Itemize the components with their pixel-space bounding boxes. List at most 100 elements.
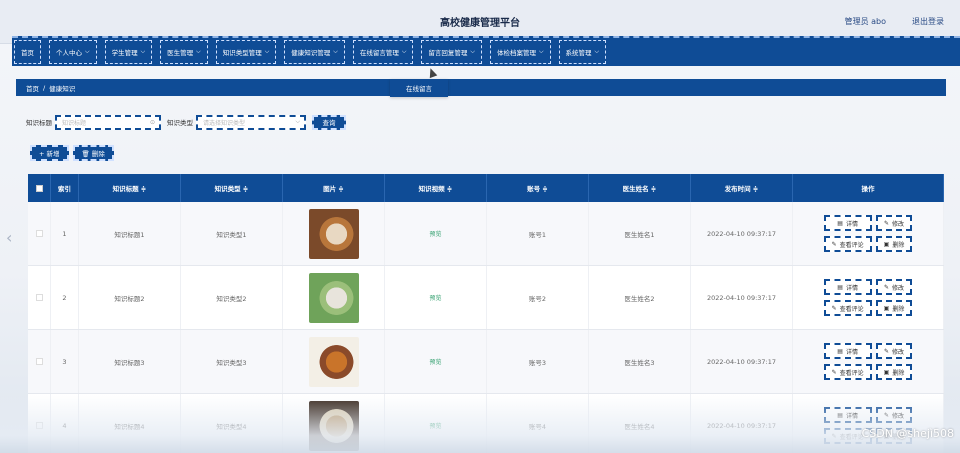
select-all-checkbox[interactable]	[35, 184, 43, 192]
view-comments-button[interactable]: ✎ 查看评论	[823, 300, 872, 316]
col-type[interactable]: 知识类型 ≑	[181, 174, 283, 202]
video-preview-link[interactable]: 预览	[429, 421, 441, 430]
nav-item[interactable]: 在线留言管理 ⌵	[352, 40, 414, 64]
document-icon: ▤	[837, 283, 843, 291]
detail-button[interactable]: ▤ 详情	[823, 407, 872, 423]
col-image[interactable]: 图片 ≑	[283, 174, 385, 202]
nav-item-label: 在线留言管理	[359, 49, 399, 57]
chevron-down-icon: ⌵	[196, 48, 201, 55]
chevron-down-icon: ⌵	[140, 48, 146, 55]
chevron-down-icon: ⌵	[85, 48, 90, 55]
detail-button[interactable]: ▤ 详情	[823, 343, 872, 359]
edit-button[interactable]: ✎ 修改	[875, 343, 913, 359]
knowledge-thumbnail[interactable]	[308, 272, 359, 323]
row-doctor: 医生姓名3	[589, 330, 691, 393]
table-row: 4 知识标题4 知识类型4 预览 账号4 医生姓名4 2022-04-10 09:37:17…	[28, 394, 944, 453]
nav-item[interactable]: 学生管理 ⌵	[104, 40, 153, 64]
row-doctor: 医生姓名4	[589, 394, 691, 453]
knowledge-table: 索引 知识标题 ≑ 知识类型 ≑ 图片 ≑ 知识视频 ≑ 账号 ≑ 医生姓名 ≑…	[28, 174, 944, 453]
video-preview-link[interactable]: 预览	[429, 293, 441, 302]
trash-icon: ▣	[883, 304, 890, 312]
nav-item[interactable]: 知识类型管理 ⌵	[215, 40, 277, 64]
video-preview-link[interactable]: 预览	[429, 357, 441, 366]
nav-item-label: 学生管理	[111, 49, 138, 57]
detail-button[interactable]: ▤ 详情	[823, 279, 872, 295]
query-button[interactable]: 查询	[312, 114, 346, 130]
row-index: 3	[51, 330, 79, 393]
row-video-cell: 预览	[385, 202, 487, 265]
chevron-left-icon[interactable]: ‹	[6, 228, 12, 247]
logout-link[interactable]: 退出登录	[912, 16, 944, 27]
col-title[interactable]: 知识标题 ≑	[79, 174, 181, 202]
row-account: 账号4	[487, 394, 589, 453]
nav-item[interactable]: 留言回复管理 ⌵	[421, 40, 482, 64]
bulk-delete-button[interactable]: 🗑 删除	[72, 145, 114, 161]
row-doctor: 医生姓名2	[589, 266, 691, 329]
pencil-icon: ✎	[883, 411, 890, 419]
pencil-icon: ✎	[831, 368, 837, 376]
page-title: 高校健康管理平台	[440, 18, 520, 29]
nav-item[interactable]: 系统管理 ⌵	[558, 40, 607, 64]
detail-label: 详情	[845, 284, 858, 292]
row-time: 2022-04-10 09:37:17	[691, 330, 793, 393]
edit-button[interactable]: ✎ 修改	[875, 407, 913, 423]
clear-icon[interactable]: ⊙	[150, 119, 155, 126]
nav-item[interactable]: 医生管理 ⌵	[160, 40, 208, 64]
edit-label: 修改	[892, 412, 905, 420]
row-image-cell	[283, 202, 385, 265]
top-navbar: 首页 个人中心 ⌵ 学生管理 ⌵ 医生管理 ⌵ 知识类型管理 ⌵ 健康知识管理 ⌵ 在线留言管理 ⌵ 留言…	[12, 36, 960, 66]
nav-item-label: 首页	[21, 49, 34, 57]
detail-button[interactable]: ▤ 详情	[823, 215, 872, 231]
nav-item[interactable]: 个人中心 ⌵	[49, 40, 97, 64]
row-checkbox[interactable]	[35, 294, 43, 301]
video-preview-link[interactable]: 预览	[429, 229, 441, 238]
nav-item[interactable]: 体检档案管理 ⌵	[489, 40, 551, 64]
row-title: 知识标题1	[79, 202, 181, 265]
delete-label: 删除	[892, 305, 905, 313]
table-row: 1 知识标题1 知识类型1 预览 账号1 医生姓名1 2022-04-10 09:37:17…	[28, 202, 944, 266]
nav-item-label: 医生管理	[167, 49, 194, 57]
col-doctor[interactable]: 医生姓名 ≑	[589, 174, 691, 202]
type-select[interactable]: 请选择知识类型 ⌵	[196, 114, 306, 130]
row-type: 知识类型1	[181, 202, 283, 265]
delete-button[interactable]: ▣ 删除	[875, 364, 913, 380]
detail-label: 详情	[845, 348, 858, 356]
row-video-cell: 预览	[385, 394, 487, 453]
col-account[interactable]: 账号 ≑	[487, 174, 589, 202]
row-time: 2022-04-10 09:37:17	[691, 266, 793, 329]
row-checkbox[interactable]	[35, 422, 43, 429]
pencil-icon: ✎	[883, 347, 890, 355]
row-account: 账号2	[487, 266, 589, 329]
knowledge-thumbnail[interactable]	[308, 400, 359, 451]
pencil-icon: ✎	[831, 304, 837, 312]
row-type: 知识类型2	[181, 266, 283, 329]
knowledge-thumbnail[interactable]	[308, 336, 359, 387]
col-time[interactable]: 发布时间 ≑	[691, 174, 793, 202]
add-button[interactable]: + 新增	[30, 145, 69, 161]
row-checkbox[interactable]	[35, 230, 43, 237]
type-select-placeholder: 请选择知识类型	[203, 119, 246, 127]
title-search-placeholder: 知识标题	[62, 119, 87, 127]
delete-button[interactable]: ▣ 删除	[875, 236, 913, 252]
view-comments-button[interactable]: ✎ 查看评论	[823, 236, 872, 252]
nav-item[interactable]: 首页	[14, 40, 41, 64]
row-checkbox[interactable]	[35, 358, 43, 365]
chevron-down-icon: ⌵	[264, 48, 270, 55]
table-row: 2 知识标题2 知识类型2 预览 账号2 医生姓名2 2022-04-10 09:37:17…	[28, 266, 944, 330]
breadcrumb-home[interactable]: 首页	[26, 83, 39, 93]
knowledge-thumbnail[interactable]	[308, 208, 359, 259]
edit-button[interactable]: ✎ 修改	[875, 215, 913, 231]
table-body: 1 知识标题1 知识类型1 预览 账号1 医生姓名1 2022-04-10 09:37:17…	[28, 202, 944, 453]
edit-button[interactable]: ✎ 修改	[875, 279, 913, 295]
col-index: 索引	[51, 174, 79, 202]
nav-item[interactable]: 健康知识管理 ⌵	[284, 40, 345, 64]
row-account: 账号1	[487, 202, 589, 265]
admin-user: 管理员 abo	[844, 17, 886, 26]
dropdown-item-online-message[interactable]: 在线留言	[390, 79, 448, 97]
chevron-down-icon: ⌵	[594, 48, 600, 55]
view-comments-button[interactable]: ✎ 查看评论	[823, 364, 872, 380]
delete-button[interactable]: ▣ 删除	[875, 300, 913, 316]
row-ops: ▤ 详情 ✎ 修改 ✎ 查看评论 ▣ 删除	[823, 215, 913, 252]
title-search-input[interactable]: 知识标题 ⊙	[55, 114, 161, 130]
col-video[interactable]: 知识视频 ≑	[385, 174, 487, 202]
